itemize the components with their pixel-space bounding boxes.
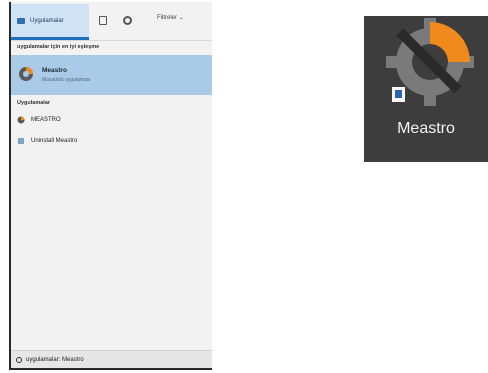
best-match-subtitle: Masaüstü uygulaması	[42, 77, 91, 83]
tab-apps[interactable]: Uygulamalar	[11, 4, 89, 40]
list-item[interactable]: MEASTRO	[17, 113, 61, 127]
list-item[interactable]: Uninstall Meastro	[17, 134, 77, 148]
meastro-logo-icon	[386, 18, 474, 106]
apps-icon	[17, 17, 25, 24]
search-icon	[16, 356, 22, 363]
meastro-icon	[17, 116, 25, 124]
filter-tabs: Uygulamalar Filtreler ⌄	[11, 2, 212, 41]
search-input[interactable]: uygulamalar: Meastro	[11, 350, 212, 368]
best-match-heading: uygulamalar için en iyi eşleşme	[17, 44, 100, 50]
uninstall-icon	[18, 138, 24, 144]
gear-icon[interactable]	[123, 16, 132, 25]
chevron-down-icon: ⌄	[178, 15, 184, 21]
shortcut-arrow-icon	[392, 87, 405, 102]
tab-apps-label: Uygulamalar	[30, 17, 64, 24]
filters-dropdown[interactable]: Filtreler ⌄	[157, 14, 184, 21]
desktop-icon-label: Meastro	[397, 120, 455, 137]
start-search-panel: Uygulamalar Filtreler ⌄ uygulamalar için…	[9, 2, 212, 370]
filters-label: Filtreler	[157, 15, 178, 21]
search-value: uygulamalar: Meastro	[26, 356, 84, 363]
best-match-title: Meastro	[42, 67, 67, 74]
document-icon[interactable]	[99, 16, 107, 25]
meastro-gear-icon	[19, 67, 33, 81]
list-item-label: Uninstall Meastro	[31, 138, 78, 144]
best-match-item[interactable]: Meastro Masaüstü uygulaması	[11, 55, 212, 95]
desktop-shortcut[interactable]: Meastro	[364, 16, 488, 162]
apps-heading: Uygulamalar	[17, 100, 51, 106]
list-item-label: MEASTRO	[31, 117, 61, 123]
